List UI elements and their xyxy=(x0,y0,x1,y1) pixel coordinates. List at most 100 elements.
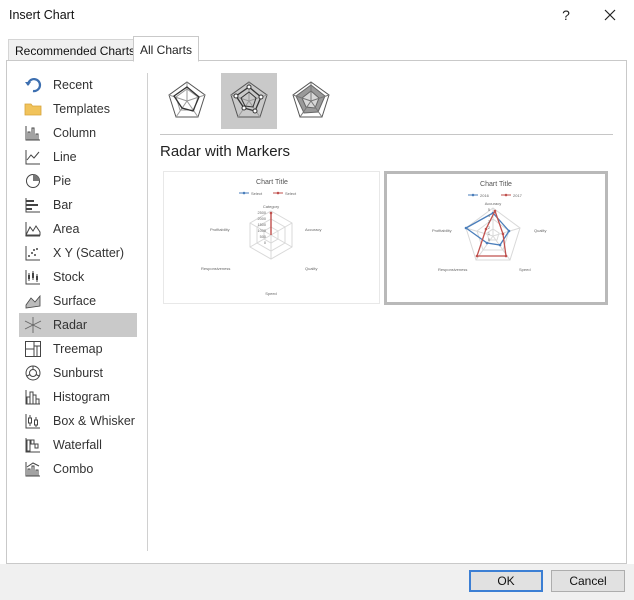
tab-all-charts[interactable]: All Charts xyxy=(133,36,200,62)
sidebar-item-line[interactable]: Line xyxy=(19,145,137,169)
area-chart-icon xyxy=(25,222,41,237)
ok-button[interactable]: OK xyxy=(469,570,543,592)
sidebar-item-box-whisker[interactable]: Box & Whisker xyxy=(19,409,137,433)
pie-chart-icon xyxy=(26,174,40,188)
window-title: Insert Chart xyxy=(9,8,75,22)
sidebar-item-templates[interactable]: Templates xyxy=(19,97,137,121)
treemap-chart-icon xyxy=(25,341,41,357)
box-whisker-chart-icon xyxy=(25,414,40,429)
sidebar-item-pie[interactable]: Pie xyxy=(19,169,137,193)
tick-label: 4 xyxy=(488,214,490,218)
legend-label: Select xyxy=(251,191,263,196)
filled-radar-icon xyxy=(292,81,330,118)
tab-bar: Recommended Charts All Charts xyxy=(0,36,634,62)
bar-chart-icon xyxy=(25,198,40,213)
all-charts-panel: Recent Templates Column Line Pie Bar Are… xyxy=(6,60,627,564)
sidebar-item-surface[interactable]: Surface xyxy=(19,289,137,313)
sidebar-item-label: Stock xyxy=(53,270,85,284)
axis-label: Quality xyxy=(534,228,546,233)
subtype-filled-radar[interactable] xyxy=(283,73,339,129)
combo-chart-icon xyxy=(25,462,40,477)
preview-title: Chart Title xyxy=(480,181,512,188)
sidebar-item-label: Templates xyxy=(53,102,110,116)
sidebar-item-recent[interactable]: Recent xyxy=(19,73,137,97)
tick-label: 5 xyxy=(488,208,490,212)
section-divider xyxy=(160,134,613,135)
sidebar-item-area[interactable]: Area xyxy=(19,217,137,241)
line-chart-icon xyxy=(25,150,40,165)
waterfall-chart-icon xyxy=(25,438,40,453)
sidebar-item-label: Bar xyxy=(53,198,73,212)
sidebar-item-label: Radar xyxy=(53,318,88,332)
preview-1-chart: Chart Title Select Select Category Accur… xyxy=(201,179,321,296)
sidebar-item-scatter[interactable]: X Y (Scatter) xyxy=(19,241,137,265)
legend-label: 2016 xyxy=(480,193,490,198)
sidebar-divider xyxy=(147,73,148,551)
axis-label: Speed xyxy=(265,291,277,296)
subtype-radar-with-markers[interactable] xyxy=(221,73,277,129)
histogram-chart-icon xyxy=(25,390,40,405)
sidebar-item-treemap[interactable]: Treemap xyxy=(19,337,137,361)
surface-chart-icon xyxy=(25,294,41,309)
tick-label: 1500 xyxy=(258,223,266,227)
legend-label: 2017 xyxy=(513,193,523,198)
sidebar-item-stock[interactable]: Stock xyxy=(19,265,137,289)
sidebar-item-column[interactable]: Column xyxy=(19,121,137,145)
sidebar-item-histogram[interactable]: Histogram xyxy=(19,385,137,409)
folder-icon xyxy=(24,103,42,116)
title-bar: Insert Chart ? xyxy=(0,0,634,32)
legend-label: Select xyxy=(285,191,297,196)
tick-label: 0 xyxy=(488,238,490,242)
axis-label: Category xyxy=(263,204,279,209)
cancel-button[interactable]: Cancel xyxy=(551,570,625,592)
close-button[interactable] xyxy=(596,3,624,27)
axis-label: Responsiveness xyxy=(438,267,467,272)
sidebar-item-label: Treemap xyxy=(53,342,103,356)
axis-label: Profitability xyxy=(432,228,452,233)
dialog-footer: OK Cancel xyxy=(0,564,634,600)
sidebar-item-label: Box & Whisker xyxy=(53,414,135,428)
sidebar-item-label: Sunburst xyxy=(53,366,104,380)
sidebar-item-label: Combo xyxy=(53,462,94,476)
tick-label: 1 xyxy=(488,232,490,236)
axis-label: Speed xyxy=(519,267,531,272)
axis-label: Profitability xyxy=(210,227,230,232)
radar-icon xyxy=(168,81,206,118)
axis-label: Accuracy xyxy=(305,227,321,232)
tick-label: 2 xyxy=(488,226,490,230)
sidebar-item-label: Line xyxy=(53,150,77,164)
axis-label: Responsiveness xyxy=(201,266,230,271)
preview-2-chart: Chart Title 2016 2017 Accuracy Quality S… xyxy=(432,181,546,272)
sidebar-item-radar[interactable]: Radar xyxy=(19,313,137,337)
tab-recommended-charts[interactable]: Recommended Charts xyxy=(8,39,143,61)
sidebar-item-label: Waterfall xyxy=(53,438,102,452)
stock-chart-icon xyxy=(25,270,40,285)
scatter-chart-icon xyxy=(25,246,40,261)
sidebar-item-bar[interactable]: Bar xyxy=(19,193,137,217)
axis-label: Quality xyxy=(305,266,317,271)
radar-with-markers-icon xyxy=(230,81,268,118)
subtype-radar[interactable] xyxy=(159,73,215,129)
tick-label: 2000 xyxy=(258,217,266,221)
column-chart-icon xyxy=(25,126,40,141)
help-button[interactable]: ? xyxy=(553,3,579,27)
sidebar-item-label: Histogram xyxy=(53,390,110,404)
sidebar-item-label: Surface xyxy=(53,294,97,308)
chart-preview-2[interactable]: Chart Title 2016 2017 Accuracy Quality S… xyxy=(384,171,608,305)
sidebar-item-label: Recent xyxy=(53,78,93,92)
sidebar-item-label: Pie xyxy=(53,174,72,188)
radar-chart-icon xyxy=(24,317,42,333)
preview-title: Chart Title xyxy=(256,179,288,186)
sidebar-item-combo[interactable]: Combo xyxy=(19,457,137,481)
close-icon xyxy=(604,9,616,21)
tick-label: 500 xyxy=(260,235,266,239)
tick-label: 0 xyxy=(264,241,266,245)
chart-preview-1[interactable]: Chart Title Select Select Category Accur… xyxy=(163,171,380,304)
tick-label: 2500 xyxy=(258,211,266,215)
sidebar-item-waterfall[interactable]: Waterfall xyxy=(19,433,137,457)
recent-icon xyxy=(25,78,42,93)
sidebar-item-label: X Y (Scatter) xyxy=(53,246,125,260)
axis-label: Accuracy xyxy=(485,201,501,206)
chart-type-list: Recent Templates Column Line Pie Bar Are… xyxy=(19,73,137,481)
sidebar-item-sunburst[interactable]: Sunburst xyxy=(19,361,137,385)
